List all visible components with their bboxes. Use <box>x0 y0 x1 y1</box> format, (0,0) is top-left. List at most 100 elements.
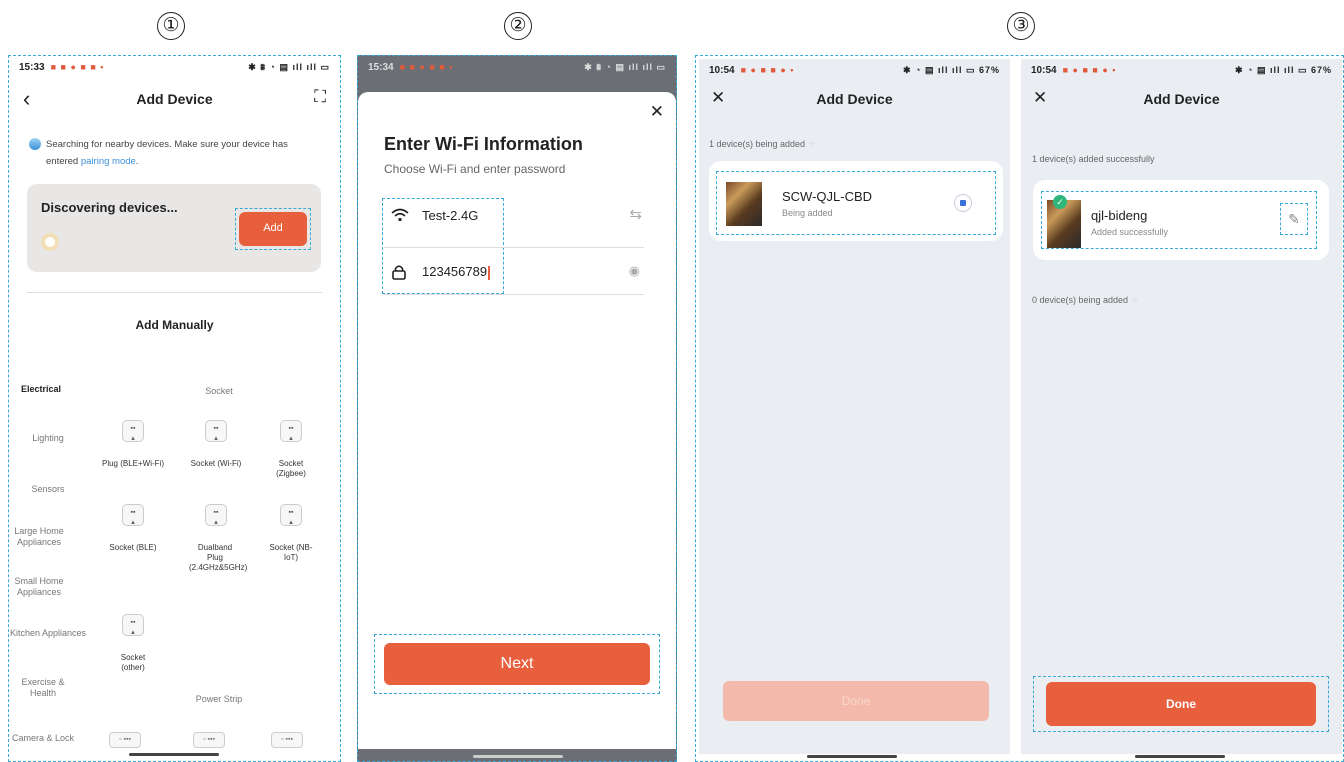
step-1-marker: ① <box>157 12 185 40</box>
sheet-subtitle: Choose Wi-Fi and enter password <box>384 162 566 176</box>
section-power-strip: Power Strip <box>195 694 243 704</box>
device-name: SCW-QJL-CBD <box>782 189 873 204</box>
next-button-highlight: Next <box>374 634 660 694</box>
status-time: 15:34 <box>368 61 394 73</box>
category-electrical[interactable]: Electrical <box>9 384 87 395</box>
status-bar: 15:34 ■ ■ ● ■ ■ • ✱ ⩩ ◔ ▤ ıll ıll ▭ <box>358 56 676 78</box>
power-strip-icon[interactable]: ▫ ▪▪▪ <box>193 732 225 748</box>
page-title: Add Device <box>1143 91 1220 107</box>
scan-icon[interactable]: ⛶ <box>314 87 326 107</box>
eye-icon[interactable]: ◉ <box>629 263 640 279</box>
notification-icons: ■ ■ ● ■ ■ • <box>50 62 105 72</box>
edit-icon: ✎ <box>1288 211 1300 227</box>
device-thumbnail <box>726 182 762 226</box>
notification-icons: ■ ● ■ ■ ● • <box>1062 65 1117 75</box>
device-socket-ble[interactable]: Socket (BLE) <box>109 543 157 553</box>
status-icons: ✱ ◔ ▤ ıll ıll ▭ 67% <box>902 64 1000 75</box>
text-cursor <box>488 265 490 280</box>
device-socket-nbiot[interactable]: Socket (NB-IoT) <box>265 543 317 563</box>
searching-indicator-icon <box>29 138 41 150</box>
device-card: ✓ qjl-bideng Added successfully ✎ <box>1033 180 1329 260</box>
category-small-home-appliances[interactable]: Small Home Appliances <box>9 576 69 598</box>
home-indicator <box>129 753 219 756</box>
socket-ble-icon: ▪▪ ▴ <box>122 504 144 526</box>
status-time: 10:54 <box>709 64 735 76</box>
step-2-marker: ② <box>504 12 532 40</box>
add-manually-title: Add Manually <box>135 318 214 332</box>
device-dualband-plug[interactable]: Dualband Plug (2.4GHz&5GHz) <box>189 543 247 573</box>
sheet-title: Enter Wi-Fi Information <box>384 134 583 154</box>
search-text-end: . <box>135 156 139 167</box>
loading-spinner-icon: ⁘ <box>807 139 816 149</box>
plug-ble-wifi-icon: ▪▪ ▴ <box>122 420 144 442</box>
device-card: SCW-QJL-CBD Being added <box>709 161 1003 241</box>
socket-wifi-icon: ▪▪ ▴ <box>205 420 227 442</box>
discovering-title: Discovering devices... <box>41 200 178 215</box>
divider <box>27 292 322 293</box>
loading-spinner-icon: ⁘ <box>1130 295 1139 305</box>
status-bar: 15:33 ■ ■ ● ■ ■ • ✱ ⩩ ◔ ▤ ıll ıll ▭ <box>9 56 340 78</box>
password-value: 123456789 <box>422 264 488 279</box>
category-exercise-health[interactable]: Exercise & Health <box>9 677 77 699</box>
socket-other-icon: ▪▪ ▴ <box>122 614 144 636</box>
home-indicator <box>1135 755 1225 758</box>
page-title: Add Device <box>816 91 893 107</box>
device-name: qjl-bideng <box>1091 208 1148 223</box>
adding-status-line: 1 device(s) being added ⁘ <box>709 139 815 150</box>
device-status: Being added <box>782 208 833 218</box>
adding-status-text: 1 device(s) being added <box>709 139 806 149</box>
field-divider <box>384 247 644 248</box>
category-lighting[interactable]: Lighting <box>9 433 87 444</box>
done-button[interactable]: Done <box>1046 682 1316 726</box>
device-socket-wifi[interactable]: Socket (Wi-Fi) <box>184 459 248 469</box>
category-kitchen-appliances[interactable]: Kitchen Appliances <box>9 628 87 639</box>
progress-dot <box>960 200 966 206</box>
close-icon[interactable]: ✕ <box>650 102 664 122</box>
page-title: Add Device <box>136 91 213 107</box>
done-button-highlight: Done <box>1033 676 1329 732</box>
success-status-line: 1 device(s) added successfully <box>1032 154 1155 164</box>
panel-being-added: 10:54 ■ ● ■ ■ ● • ✱ ◔ ▤ ıll ıll ▭ 67% ✕ … <box>699 59 1010 758</box>
edit-name-button[interactable]: ✎ <box>1280 203 1308 235</box>
device-socket-zigbee[interactable]: Socket (Zigbee) <box>265 459 317 479</box>
device-status: Added successfully <box>1091 227 1169 237</box>
category-camera-lock[interactable]: Camera & Lock <box>9 733 77 744</box>
add-button[interactable]: Add <box>239 212 307 246</box>
category-sensors[interactable]: Sensors <box>9 484 87 495</box>
dualband-plug-icon: ▪▪ ▴ <box>205 504 227 526</box>
swap-network-icon[interactable]: ⇆ <box>629 205 642 223</box>
notification-icons: ■ ● ■ ■ ● • <box>740 65 795 75</box>
status-bar: 10:54 ■ ● ■ ■ ● • ✱ ◔ ▤ ıll ıll ▭ 67% <box>1021 59 1342 81</box>
field-divider <box>384 294 644 295</box>
progress-indicator-icon <box>954 194 972 212</box>
category-large-home-appliances[interactable]: Large Home Appliances <box>9 526 69 548</box>
pending-status-text: 0 device(s) being added <box>1032 295 1129 305</box>
status-time: 10:54 <box>1031 64 1057 76</box>
device-row-highlight <box>1041 191 1317 249</box>
status-bar: 10:54 ■ ● ■ ■ ● • ✱ ◔ ▤ ıll ıll ▭ 67% <box>699 59 1010 81</box>
home-indicator <box>473 755 563 758</box>
screen-add-device-discovery: 15:33 ■ ■ ● ■ ■ • ✱ ⩩ ◔ ▤ ıll ıll ▭ ‹ Ad… <box>8 55 341 762</box>
wifi-name-field[interactable]: Test-2.4G <box>422 208 478 223</box>
screen-wifi-info: 15:34 ■ ■ ● ■ ■ • ✱ ⩩ ◔ ▤ ıll ıll ▭ ✕ En… <box>357 55 677 762</box>
device-socket-other[interactable]: Socket (other) <box>109 653 157 673</box>
pairing-mode-link[interactable]: pairing mode <box>81 156 136 167</box>
power-strip-icon[interactable]: ▫ ▪▪▪ <box>109 732 141 748</box>
section-socket: Socket <box>205 386 233 396</box>
step-3-marker: ③ <box>1007 12 1035 40</box>
pending-status-line: 0 device(s) being added ⁘ <box>1032 295 1138 306</box>
wifi-icon <box>391 208 409 222</box>
password-field[interactable]: 123456789 <box>422 264 490 280</box>
lock-icon <box>392 265 406 280</box>
status-time: 15:33 <box>19 61 45 73</box>
status-icons: ✱ ⩩ ◔ ▤ ıll ıll ▭ <box>248 61 330 72</box>
device-plug-ble-wifi[interactable]: Plug (BLE+Wi-Fi) <box>101 459 165 469</box>
add-button-highlight: Add <box>235 208 311 250</box>
success-check-icon: ✓ <box>1053 195 1067 209</box>
discovering-card: Discovering devices... Add <box>27 184 321 272</box>
socket-nbiot-icon: ▪▪ ▴ <box>280 504 302 526</box>
power-strip-icon[interactable]: ▫ ▪▪▪ <box>271 732 303 748</box>
searching-hint: Searching for nearby devices. Make sure … <box>46 136 312 170</box>
notification-icons: ■ ■ ● ■ ■ • <box>399 62 454 72</box>
next-button[interactable]: Next <box>384 643 650 685</box>
